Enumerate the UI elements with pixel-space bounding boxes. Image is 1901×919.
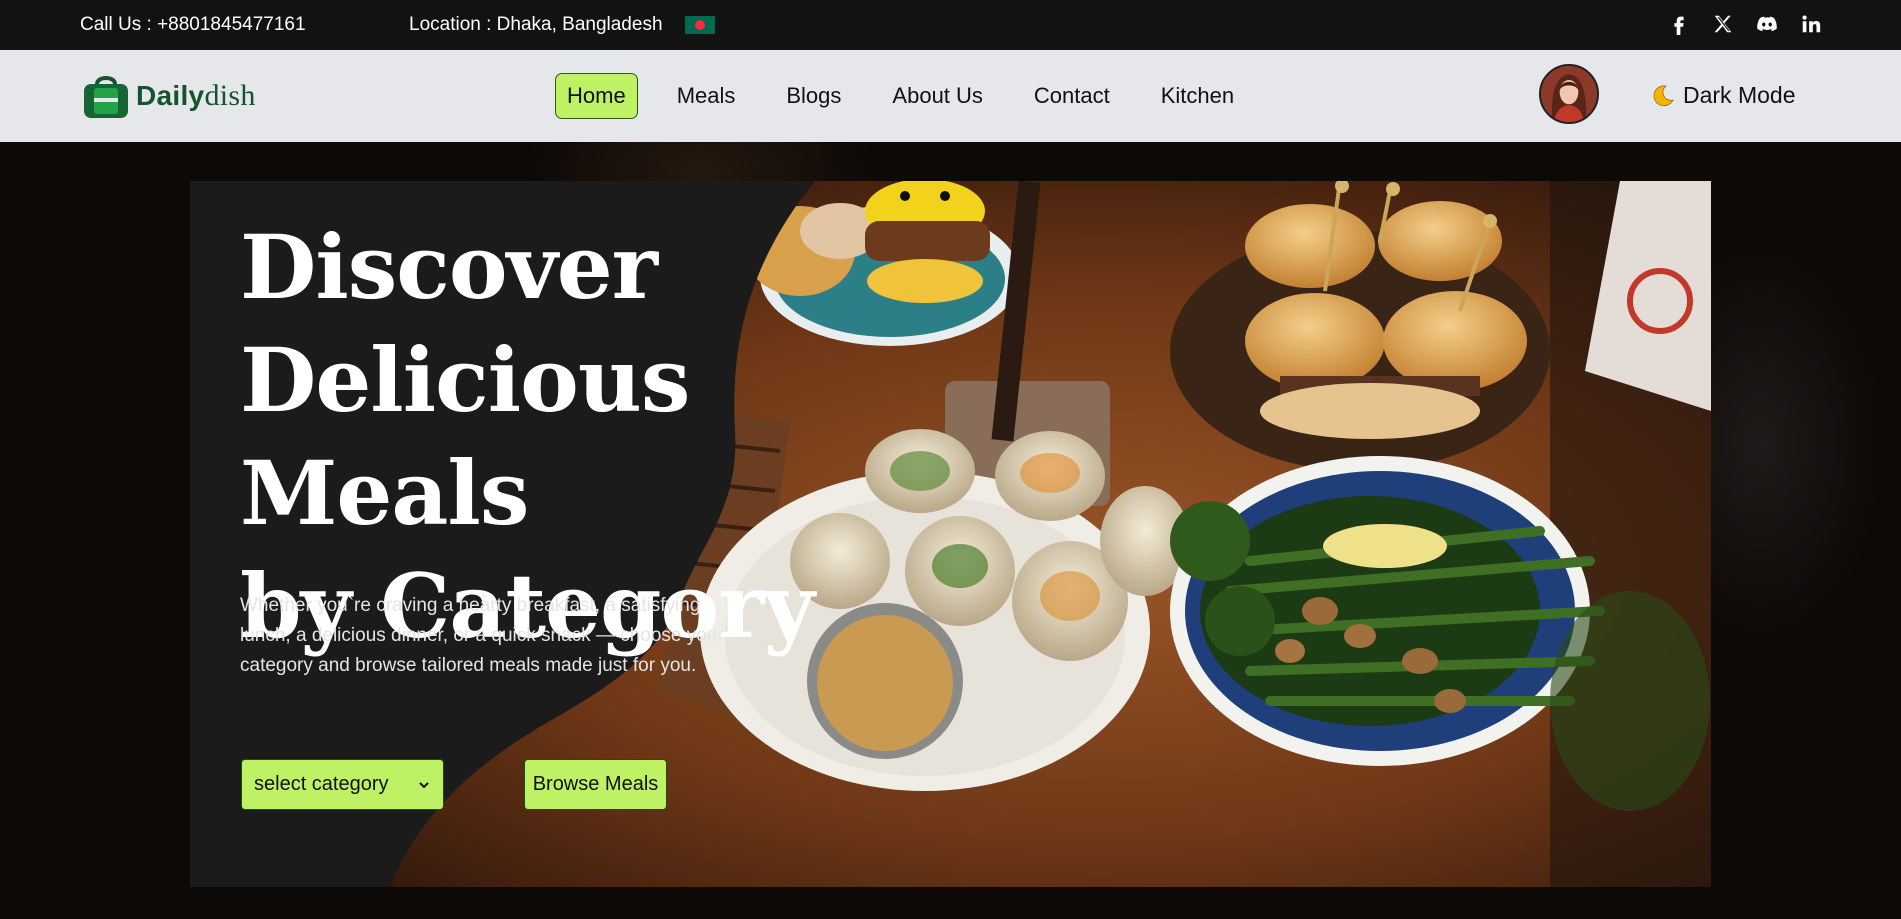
main-navbar: Dailydish Home Meals Blogs About Us Cont… [0,50,1901,142]
nav-kitchen[interactable]: Kitchen [1149,73,1246,119]
nav-links: Home Meals Blogs About Us Contact Kitche… [555,73,1273,119]
bangladesh-flag-icon [684,16,715,34]
nav-home[interactable]: Home [555,73,638,119]
user-avatar[interactable] [1539,64,1599,124]
social-links [1667,12,1823,36]
linkedin-icon[interactable] [1799,12,1823,36]
browse-meals-button[interactable]: Browse Meals [524,759,667,810]
nav-blogs[interactable]: Blogs [774,73,853,119]
moon-icon [1653,84,1674,106]
category-select-value: select category [254,773,389,795]
hero-description: Whether you`re craving a hearty breakfas… [240,595,724,676]
hero-card: Discover Delicious Meals by Category Whe… [190,181,1711,887]
site-logo[interactable]: Dailydish [80,72,256,120]
chevron-down-icon [419,781,429,788]
nav-about-us[interactable]: About Us [880,73,995,119]
discord-icon[interactable] [1755,12,1779,36]
hero-title-line-1: Discover [240,215,658,319]
nav-meals[interactable]: Meals [665,73,748,119]
location-info: Location : Dhaka, Bangladesh [409,14,715,36]
shopping-bag-icon [84,76,128,118]
nav-contact[interactable]: Contact [1022,73,1122,119]
dark-mode-label: Dark Mode [1683,82,1796,108]
dark-mode-toggle[interactable]: Dark Mode [1651,82,1795,109]
top-info-bar: Call Us : +8801845477161 Location : Dhak… [0,0,1901,50]
contact-phone: Call Us : +8801845477161 [80,14,306,35]
logo-wordmark: Dailydish [136,79,256,112]
facebook-icon[interactable] [1667,12,1691,36]
category-select[interactable]: select category [241,759,444,810]
x-icon[interactable] [1711,12,1735,36]
hero-title-line-2: Delicious Meals [240,328,690,545]
location-text: Location : Dhaka, Bangladesh [409,14,663,35]
hero-section: Discover Delicious Meals by Category Whe… [0,142,1901,919]
